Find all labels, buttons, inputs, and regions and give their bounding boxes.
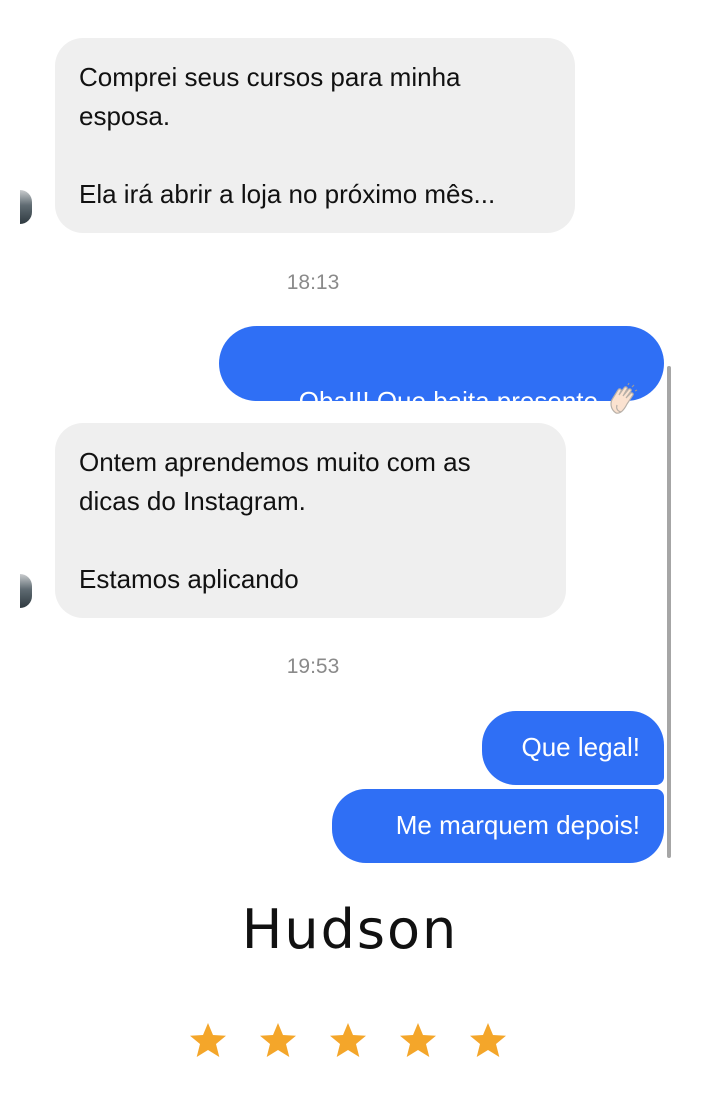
outgoing-message[interactable]: Que legal! bbox=[482, 711, 664, 785]
incoming-message[interactable]: Comprei seus cursos para minha esposa. E… bbox=[55, 38, 575, 233]
star-icon bbox=[190, 1023, 226, 1057]
message-timestamp: 19:53 bbox=[286, 655, 340, 678]
incoming-message[interactable]: Ontem aprendemos muito com as dicas do I… bbox=[55, 423, 566, 618]
message-timestamp: 18:13 bbox=[286, 271, 340, 294]
star-icon bbox=[260, 1023, 296, 1057]
star-icon bbox=[470, 1023, 506, 1057]
contact-avatar[interactable] bbox=[20, 574, 32, 608]
clapping-hands-icon bbox=[606, 382, 640, 416]
contact-avatar[interactable] bbox=[20, 190, 32, 224]
outgoing-message[interactable]: Oba!!! Que baita presente bbox=[219, 326, 664, 416]
scrollbar[interactable] bbox=[667, 366, 671, 858]
outgoing-message-text: Oba!!! Que baita presente bbox=[298, 386, 598, 416]
star-icon bbox=[400, 1023, 436, 1057]
star-icon bbox=[330, 1023, 366, 1057]
customer-name: Hudson bbox=[241, 898, 459, 961]
outgoing-message[interactable]: Me marquem depois! bbox=[332, 789, 664, 863]
star-rating bbox=[188, 1021, 528, 1067]
